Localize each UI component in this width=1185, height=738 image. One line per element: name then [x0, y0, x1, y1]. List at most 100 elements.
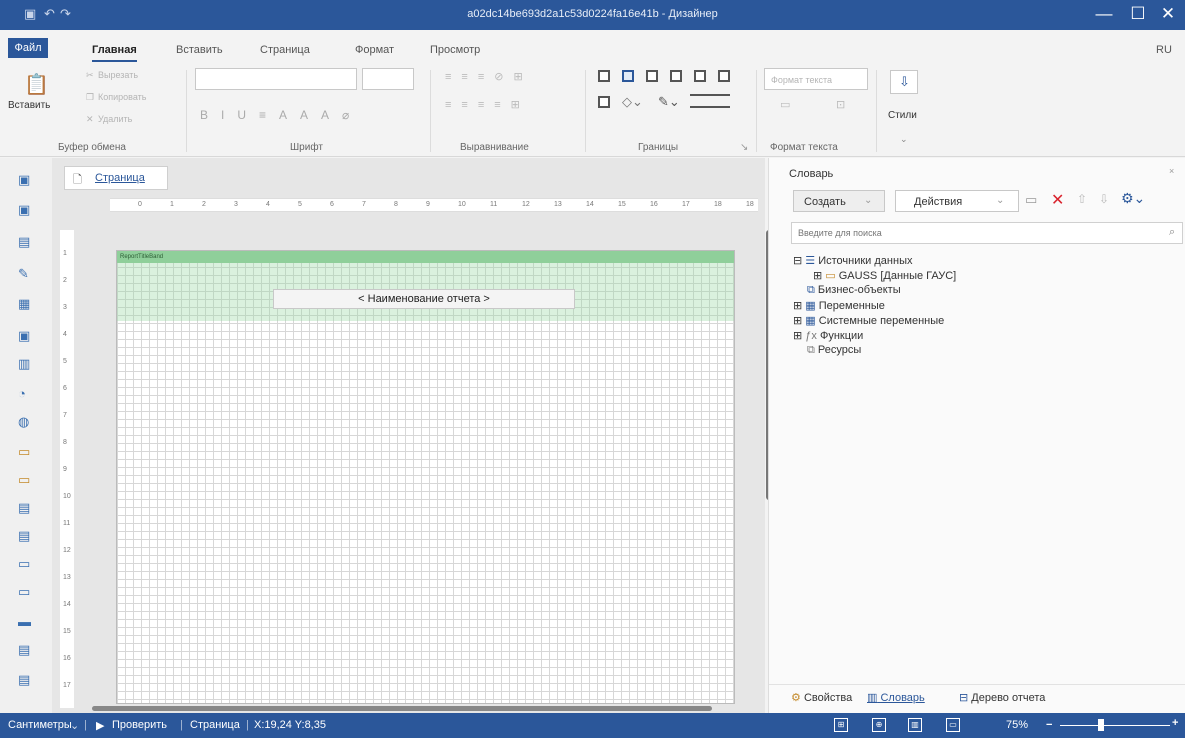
create-button[interactable]: Создать ⌄	[793, 190, 885, 212]
chart-icon[interactable]: ▥	[18, 356, 30, 372]
copy-button[interactable]: Копировать	[98, 92, 146, 102]
tree-label: Системные переменные	[818, 315, 945, 327]
band-icon[interactable]: ▭	[18, 556, 30, 572]
border-none-icon[interactable]	[622, 70, 634, 82]
component-icon[interactable]: ▣	[18, 172, 30, 188]
map-icon[interactable]: ◍	[18, 414, 29, 430]
font-style-icons[interactable]: BIU≡AAA⌀	[200, 108, 362, 122]
format-icon[interactable]: ▭	[780, 98, 790, 111]
copy-icon: ❐	[86, 92, 95, 102]
paste-icon[interactable]: 📋	[24, 72, 49, 97]
chevron-down-icon: ⌄	[996, 195, 1005, 206]
close-button[interactable]: ✕	[1146, 2, 1185, 28]
report-title-band-header[interactable]: ReportTitleBand	[117, 251, 734, 263]
separator	[876, 70, 877, 152]
tree-item-data-sources[interactable]: ⊟ ☰ Источники данных	[793, 254, 912, 267]
report-title-textbox[interactable]: < Наименование отчета >	[273, 289, 575, 309]
edit-icon[interactable]: ▭	[1025, 192, 1037, 208]
zoom-width-icon[interactable]: ▭	[946, 718, 960, 732]
align-top-icons[interactable]: ≡≡≡⊘⊞	[445, 70, 533, 83]
tree-item-functions[interactable]: ⊞ ƒx Функции	[793, 329, 863, 342]
tab-page-designer[interactable]: 🗋 Страница	[64, 166, 168, 190]
tree-item-variables[interactable]: ⊞ ▦ Переменные	[793, 299, 885, 312]
band-icon[interactable]: ▬	[18, 614, 31, 629]
tab-format[interactable]: Формат	[355, 44, 394, 56]
zoom-slider-handle[interactable]	[1098, 719, 1104, 731]
border-all-icon[interactable]	[598, 70, 610, 82]
tab-label: Дерево отчета	[971, 692, 1046, 704]
band-icon[interactable]: ▭	[18, 584, 30, 600]
band-icon[interactable]: ▤	[18, 528, 30, 544]
move-down-icon[interactable]: ⇩	[1099, 192, 1109, 206]
component-icon[interactable]: ▤	[18, 234, 30, 250]
format-code-icon[interactable]: ⊡	[836, 98, 845, 111]
tab-insert[interactable]: Вставить	[176, 44, 223, 56]
band-icon[interactable]: ▭	[18, 472, 30, 488]
component-icon[interactable]: ✎	[18, 266, 29, 282]
border-right-icon[interactable]	[694, 70, 706, 82]
units-dropdown[interactable]: Сантиметры	[8, 719, 72, 731]
search-input[interactable]	[791, 222, 1183, 244]
grid-view-icon[interactable]: ⊞	[834, 718, 848, 732]
tab-report-tree[interactable]: ⊟ Дерево отчета	[959, 691, 1045, 704]
text-format-dropdown[interactable]: Формат текста	[764, 68, 868, 90]
close-icon[interactable]: ×	[1169, 166, 1174, 176]
page-view-icon[interactable]: ▥	[908, 718, 922, 732]
tab-home[interactable]: Главная	[92, 44, 137, 62]
align-bottom-icons[interactable]: ≡≡≡≡⊞	[445, 98, 530, 111]
horizontal-scrollbar[interactable]	[92, 706, 712, 711]
delete-icon[interactable]: ✕	[1051, 190, 1064, 210]
band-icon[interactable]: ▤	[18, 642, 30, 658]
component-icon[interactable]: ▣	[18, 202, 30, 218]
gear-icon[interactable]: ⚙⌄	[1121, 190, 1145, 207]
cut-button[interactable]: Вырезать	[98, 70, 138, 80]
border-top-icon[interactable]	[670, 70, 682, 82]
tab-dictionary[interactable]: ▥ Словарь	[867, 691, 925, 704]
font-size-input[interactable]	[362, 68, 414, 90]
play-icon[interactable]: ▶	[96, 719, 104, 732]
styles-button[interactable]: Стили	[888, 110, 917, 121]
border-left-icon[interactable]	[646, 70, 658, 82]
band-icon[interactable]: ▭	[18, 444, 30, 460]
actions-button[interactable]: Действия ⌄	[895, 190, 1019, 212]
zoom-in-icon[interactable]: +	[1172, 717, 1178, 729]
pen-color-icon[interactable]: ✎⌄	[658, 94, 680, 110]
move-up-icon[interactable]: ⇧	[1077, 192, 1087, 206]
gauge-icon[interactable]: ◔	[18, 386, 26, 401]
check-button[interactable]: Проверить	[112, 719, 167, 731]
band-icon[interactable]: ▤	[18, 672, 30, 688]
border-shadow-icon[interactable]	[598, 96, 610, 108]
delete-button[interactable]: Удалить	[98, 114, 132, 124]
tree-item-resources[interactable]: ⧉ Ресурсы	[807, 344, 861, 357]
report-page[interactable]: ReportTitleBand < Наименование отчета >	[116, 250, 735, 704]
zoom-level: 75%	[1006, 719, 1029, 731]
band-icon[interactable]: ▤	[18, 500, 30, 516]
chevron-down-icon[interactable]: ⌄	[70, 719, 79, 732]
fill-color-icon[interactable]: ◇⌄	[622, 94, 643, 110]
tree-label: GAUSS [Данные ГАУС]	[838, 270, 957, 282]
component-icon[interactable]: ▣	[18, 328, 30, 344]
styles-icon[interactable]: ⇩	[890, 70, 918, 94]
paste-button[interactable]: Вставить	[8, 100, 50, 111]
component-icon[interactable]: ▦	[18, 296, 30, 312]
tree-item-business-objects[interactable]: ⧉ Бизнес-объекты	[807, 284, 901, 297]
border-bottom-icon[interactable]	[718, 70, 730, 82]
borders-dialog-icon[interactable]: ↘	[740, 142, 748, 153]
zoom-out-icon[interactable]: −	[1046, 719, 1052, 731]
ruler-mark: 6	[330, 201, 334, 208]
tab-properties[interactable]: ⚙ Свойства	[791, 691, 852, 704]
zoom-slider[interactable]	[1060, 725, 1170, 726]
tree-item-gauss[interactable]: ⊞ ▭ GAUSS [Данные ГАУС]	[813, 269, 956, 282]
fit-page-icon[interactable]: ⊕	[872, 718, 886, 732]
tab-page[interactable]: Страница	[260, 44, 310, 56]
font-name-input[interactable]	[195, 68, 357, 90]
tree-item-system-variables[interactable]: ⊞ ▦ Системные переменные	[793, 314, 944, 327]
tab-file[interactable]: Файл	[8, 38, 48, 58]
border-style-icon[interactable]	[690, 94, 730, 108]
language-selector[interactable]: RU	[1156, 44, 1172, 56]
ruler-mark: 13	[554, 201, 562, 208]
tab-view[interactable]: Просмотр	[430, 44, 480, 56]
search-icon: ⌕	[1169, 226, 1176, 238]
chevron-down-icon[interactable]: ⌄	[900, 134, 908, 145]
horizontal-ruler: 0 1 2 3 4 5 6 7 8 9 10 11 12 13 14 15 16 17 18 18	[110, 198, 758, 212]
